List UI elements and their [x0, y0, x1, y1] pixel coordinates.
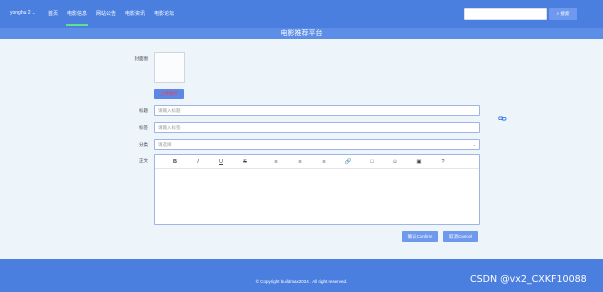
- confirm-button[interactable]: 确认Confirm: [402, 231, 438, 242]
- cover-image-placeholder[interactable]: [154, 52, 185, 83]
- search-icon: ⌕: [556, 11, 560, 16]
- category-select[interactable]: 请选择 ⌄: [154, 139, 480, 150]
- align-center-icon[interactable]: ≡: [296, 158, 304, 166]
- link-icon[interactable]: [498, 114, 507, 123]
- cancel-button[interactable]: 取消Cancel: [443, 231, 478, 242]
- chevron-down-icon: ⌄: [31, 10, 36, 15]
- search-button-label: 搜索: [560, 11, 570, 16]
- underline-icon[interactable]: U: [217, 158, 225, 166]
- image-icon[interactable]: ▣: [415, 158, 423, 166]
- upload-image-button[interactable]: 上传图片: [154, 89, 184, 99]
- chevron-down-icon: ⌄: [472, 142, 476, 147]
- tags-label: 标签: [139, 125, 148, 130]
- emoji-icon[interactable]: ☺: [391, 158, 399, 166]
- table-icon[interactable]: □: [368, 158, 376, 166]
- nav-item-home[interactable]: 首页: [48, 10, 58, 25]
- bold-icon[interactable]: B: [171, 158, 179, 166]
- italic-icon[interactable]: I: [194, 158, 202, 166]
- nav-item-announcements[interactable]: 网站公告: [96, 10, 116, 25]
- align-left-icon[interactable]: ≡: [272, 158, 280, 166]
- nav-item-news[interactable]: 电影资讯: [125, 10, 145, 25]
- user-menu[interactable]: yonghu 2 ⌄: [10, 10, 35, 16]
- search-button[interactable]: ⌕ 搜索: [549, 8, 577, 20]
- nav-item-movies[interactable]: 电影信息: [66, 10, 89, 26]
- search-input[interactable]: [464, 8, 547, 20]
- nav-items: 首页 电影信息 网站公告 电影资讯 电影论坛: [48, 10, 183, 26]
- title-label: 标题: [139, 108, 148, 113]
- page-title: 电影推荐平台: [280, 30, 323, 37]
- help-icon[interactable]: ?: [439, 158, 447, 166]
- top-nav: yonghu 2 ⌄ 首页 电影信息 网站公告 电影资讯 电影论坛 ⌕ 搜索: [0, 0, 603, 28]
- align-right-icon[interactable]: ≡: [320, 158, 328, 166]
- watermark: CSDN @vx2_CXKF10088: [470, 274, 587, 285]
- cover-label: 封面图: [134, 56, 149, 61]
- title-input[interactable]: 请输入标题: [154, 105, 480, 116]
- rich-text-editor[interactable]: B I U S ≡ ≡ ≡ 🔗 □ ☺ ▣ ?: [154, 154, 480, 225]
- user-name: yonghu 2: [10, 10, 31, 16]
- category-value: 请选择: [158, 142, 172, 147]
- link-icon[interactable]: 🔗: [344, 158, 352, 166]
- strikethrough-icon[interactable]: S: [241, 158, 249, 166]
- editor-toolbar: B I U S ≡ ≡ ≡ 🔗 □ ☺ ▣ ?: [155, 155, 479, 169]
- category-label: 分类: [139, 142, 148, 147]
- body-label: 正文: [139, 158, 148, 163]
- nav-item-forum[interactable]: 电影论坛: [154, 10, 174, 25]
- title-band: 电影推荐平台: [0, 28, 603, 39]
- tags-input[interactable]: 请输入标签: [154, 122, 480, 133]
